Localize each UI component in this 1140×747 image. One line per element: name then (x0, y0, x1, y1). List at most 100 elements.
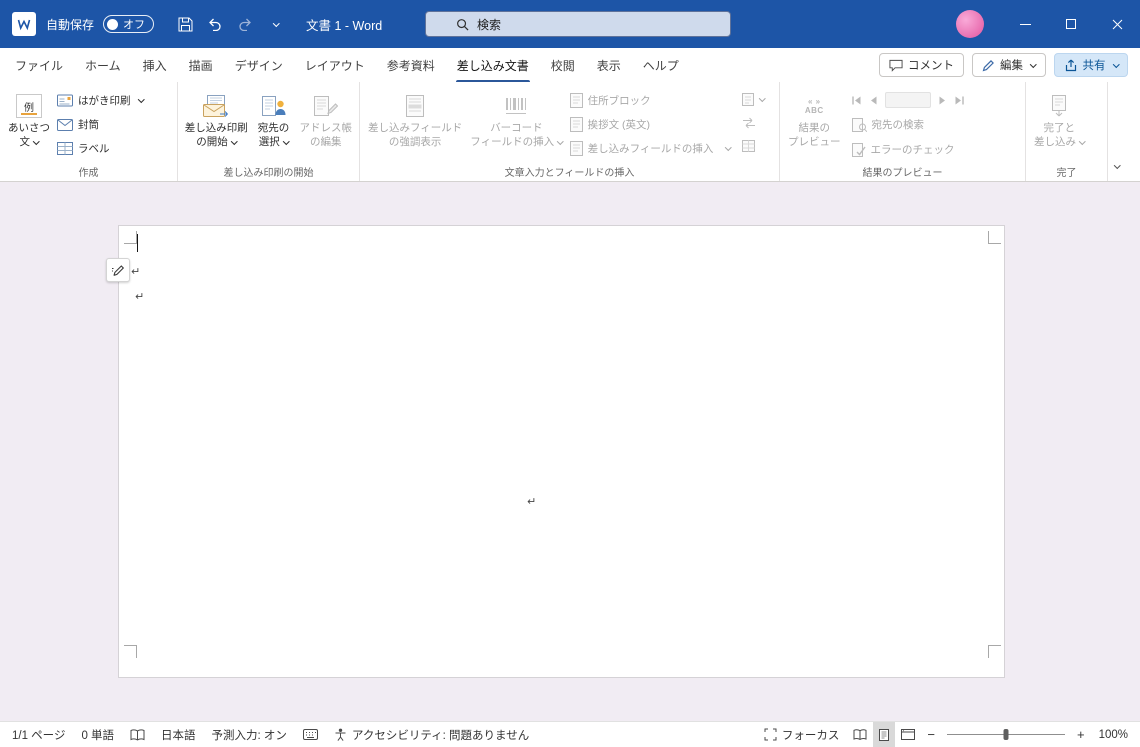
redo-icon (239, 18, 251, 31)
greeting-line-label: 挨拶文 (英文) (587, 119, 651, 131)
web-layout-button[interactable] (895, 722, 921, 747)
select-recipients-button[interactable]: 宛先の 選択 (251, 87, 297, 149)
pen-editor-button[interactable] (106, 258, 130, 282)
user-avatar[interactable] (956, 10, 984, 38)
maximize-button[interactable] (1048, 0, 1094, 48)
create-small-buttons: はがき印刷 封筒 ラベル (54, 87, 146, 159)
start-merge-label-line1: 差し込み印刷 (184, 122, 248, 134)
address-block-button: 住所ブロック (567, 90, 734, 111)
undo-button[interactable] (202, 11, 228, 37)
postcard-icon (57, 94, 73, 107)
barcode-icon (506, 98, 527, 114)
envelopes-label: 封筒 (78, 119, 99, 131)
word-count-label: 0 単語 (81, 729, 115, 742)
comments-button[interactable]: コメント (879, 53, 964, 77)
insert-merge-field-button: 差し込みフィールドの挿入 (567, 138, 734, 159)
editing-menu-button[interactable]: 編集 (972, 53, 1046, 77)
find-recipient-icon (851, 117, 867, 132)
close-button[interactable] (1094, 0, 1140, 48)
page-indicator[interactable]: 1/1 ページ (4, 722, 73, 747)
minimize-button[interactable] (1002, 0, 1048, 48)
finish-merge-icon (1052, 94, 1067, 116)
word-count[interactable]: 0 単語 (73, 722, 122, 747)
start-mail-merge-button[interactable]: 差し込み印刷 の開始 (182, 87, 251, 149)
print-layout-icon (879, 728, 890, 741)
group-label-create: 作成 (78, 168, 99, 179)
edit-list-label-line2: の編集 (310, 135, 342, 148)
comments-label: コメント (908, 60, 954, 72)
proofing-status-button[interactable] (122, 722, 153, 747)
greeting-text-button[interactable]: 例 あいさつ 文 (4, 87, 54, 149)
read-mode-button[interactable] (847, 722, 873, 747)
ribbon-tab-bar: ファイル ホーム 挿入 描画 デザイン レイアウト 参考資料 差し込み文書 校閲… (0, 48, 1140, 82)
find-recipient-label: 宛先の検索 (871, 119, 925, 131)
title-bar: 自動保存 オフ 文書 1 - Word 検索 (0, 0, 1140, 48)
tab-label: 校閲 (550, 58, 575, 73)
save-button[interactable] (172, 11, 198, 37)
language-indicator[interactable]: 日本語 (153, 722, 204, 747)
zoom-slider-thumb[interactable] (1003, 729, 1009, 740)
tab-insert[interactable]: 挿入 (132, 48, 178, 82)
print-layout-button[interactable] (873, 722, 896, 747)
tab-design[interactable]: デザイン (224, 48, 294, 82)
tab-label: ファイル (15, 58, 64, 73)
minimize-icon (1019, 23, 1031, 25)
focus-mode-button[interactable]: フォーカス (756, 722, 848, 747)
tab-view[interactable]: 表示 (586, 48, 632, 82)
accessibility-status[interactable]: アクセシビリティ: 問題ありません (326, 722, 537, 747)
status-bar: 1/1 ページ 0 単語 日本語 予測入力: オン アクセシビリティ: 問題あり… (0, 721, 1140, 747)
rules-icon (741, 93, 754, 106)
tab-layout[interactable]: レイアウト (294, 48, 376, 82)
labels-button[interactable]: ラベル (54, 138, 146, 159)
zoom-out-button[interactable]: − (921, 727, 941, 742)
example-glyph: 例 (24, 102, 34, 114)
finish-merge-label-line2: 差し込み (1034, 135, 1076, 148)
word-app-icon[interactable] (12, 12, 36, 36)
select-recipients-label-line1: 宛先の (257, 122, 290, 134)
chevron-down-icon (1114, 161, 1121, 169)
zoom-slider[interactable] (946, 729, 1065, 740)
share-button[interactable]: 共有 (1053, 53, 1128, 77)
document-area: ↵ ↵ ↵ (0, 182, 1140, 721)
ribbon-group-start-mail-merge: 差し込み印刷 の開始 宛先の 選択 アドレス帳 の編集 差し込み印刷の開始 (178, 82, 360, 181)
tab-references[interactable]: 参考資料 (376, 48, 446, 82)
text-cursor (137, 234, 139, 252)
last-record-icon (955, 96, 964, 104)
start-mail-merge-icon (203, 94, 229, 117)
autosave-toggle[interactable]: オフ (103, 15, 155, 33)
postcard-print-button[interactable]: はがき印刷 (54, 90, 146, 111)
group-label-preview-results: 結果のプレビュー (862, 168, 943, 179)
proofing-book-icon (130, 728, 145, 740)
check-errors-label: エラーのチェック (870, 144, 955, 156)
tab-draw[interactable]: 描画 (178, 48, 224, 82)
preview-results-label-line1: 結果の (798, 122, 831, 134)
ime-pad-button[interactable] (295, 722, 326, 747)
update-labels-button (740, 137, 767, 154)
chevron-down-icon (1079, 138, 1086, 145)
save-icon (178, 17, 193, 31)
collapse-ribbon-button[interactable] (1104, 157, 1128, 175)
autosave-state: オフ (123, 19, 146, 31)
paragraph-mark: ↵ (131, 266, 141, 278)
envelopes-button[interactable]: 封筒 (54, 114, 146, 135)
zoom-in-button[interactable]: + (1071, 727, 1091, 742)
edit-recipient-list-button: アドレス帳 の編集 (297, 87, 355, 149)
tab-label: 挿入 (142, 58, 167, 73)
tab-label: 参考資料 (386, 58, 435, 73)
tab-review[interactable]: 校閲 (540, 48, 586, 82)
share-icon (1065, 59, 1076, 71)
tab-mailings[interactable]: 差し込み文書 (446, 48, 540, 82)
zoom-percentage[interactable]: 100% (1091, 722, 1136, 747)
address-block-icon (569, 93, 583, 108)
search-box[interactable]: 検索 (425, 11, 731, 37)
text-prediction-indicator[interactable]: 予測入力: オン (204, 722, 295, 747)
page-indicator-label: 1/1 ページ (12, 729, 66, 742)
crop-mark-bottom-left (124, 645, 137, 658)
tab-home[interactable]: ホーム (74, 48, 132, 82)
greeting-label-line2: 文 (19, 135, 31, 148)
chevron-down-icon (758, 95, 766, 102)
quick-access-customize-button[interactable] (262, 11, 288, 37)
tab-file[interactable]: ファイル (4, 48, 74, 82)
tab-help[interactable]: ヘルプ (632, 48, 690, 82)
document-page[interactable] (118, 225, 1005, 678)
